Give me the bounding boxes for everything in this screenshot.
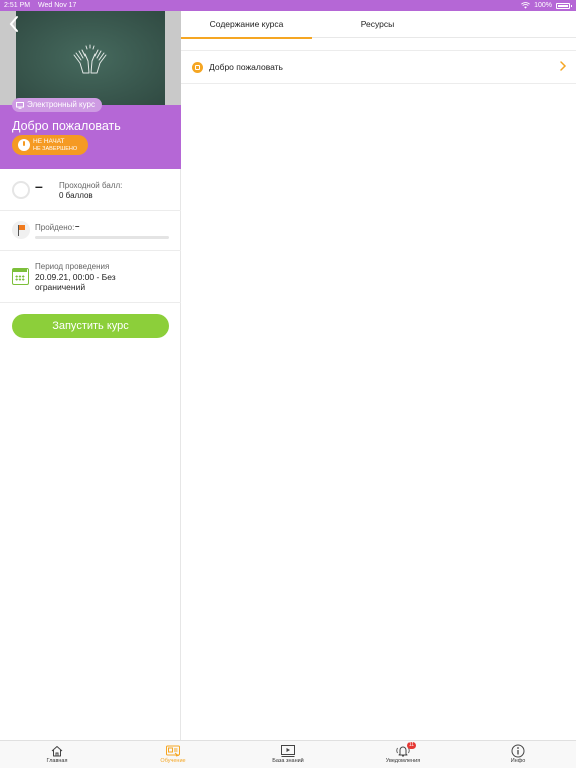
course-type-badge: Электронный курс xyxy=(12,98,102,112)
status-left: 2:51 PM Wed Nov 17 xyxy=(4,0,82,11)
nav-info[interactable]: Инфо xyxy=(488,741,548,768)
passed-value: – xyxy=(75,222,80,231)
course-title: Добро пожаловать xyxy=(12,119,121,133)
score-ring-icon xyxy=(12,181,30,199)
score-value: – xyxy=(35,178,43,194)
passing-score-value: 0 баллов xyxy=(59,191,93,200)
list-item[interactable]: Добро пожаловать xyxy=(181,51,576,84)
passed-label: Пройдено: xyxy=(35,223,75,232)
tab-course-content[interactable]: Содержание курса xyxy=(181,11,312,39)
battery-percent: 100% xyxy=(534,2,552,9)
list-item-label: Добро пожаловать xyxy=(209,62,283,72)
nav-knowledge-base[interactable]: База знаний xyxy=(258,741,318,768)
course-cover-image xyxy=(0,11,181,105)
status-bar: 2:51 PM Wed Nov 17 100% xyxy=(0,0,576,11)
nav-home-label: Главная xyxy=(46,758,68,764)
knowledge-base-icon xyxy=(281,745,295,757)
nav-learning-label: Обучение xyxy=(160,758,186,764)
nav-notifications[interactable]: 11 Уведомления xyxy=(373,741,433,768)
notifications-badge: 11 xyxy=(407,742,416,749)
chevron-right-icon xyxy=(560,61,567,71)
monitor-icon xyxy=(16,101,24,109)
flag-icon xyxy=(12,221,30,239)
tab-course-content-label: Содержание курса xyxy=(209,19,284,29)
status-date: Wed Nov 17 xyxy=(38,2,77,9)
wifi-icon xyxy=(521,2,531,9)
active-tab-indicator xyxy=(181,37,312,39)
nav-home[interactable]: Главная xyxy=(27,741,87,768)
status-not-started: НЕ НАЧАТ xyxy=(33,138,65,145)
course-content-list: Добро пожаловать xyxy=(181,50,576,84)
start-course-button[interactable]: Запустить курс xyxy=(12,314,169,338)
passing-score-label: Проходной балл: xyxy=(59,181,123,190)
bottom-tab-bar: Главная Обучение База знаний 11 Уведомле… xyxy=(0,740,576,768)
content-tabs: Содержание курса Ресурсы xyxy=(181,11,576,39)
learning-icon xyxy=(166,745,180,757)
raised-hands-icon xyxy=(73,44,107,74)
info-icon xyxy=(511,744,525,758)
course-status-badge: НЕ НАЧАТ НЕ ЗАВЕРШЕНО xyxy=(12,135,88,155)
nav-learning[interactable]: Обучение xyxy=(143,741,203,768)
period-value: 20.09.21, 00:00 - Без ограничений xyxy=(35,272,116,292)
status-right: 100% xyxy=(521,0,572,11)
tab-resources-label: Ресурсы xyxy=(360,19,395,29)
course-type-label: Электронный курс xyxy=(27,100,95,109)
lesson-icon xyxy=(192,62,203,73)
period-label: Период проведения xyxy=(35,262,110,271)
house-icon xyxy=(51,746,63,757)
course-details-panel: Электронный курс Добро пожаловать НЕ НАЧ… xyxy=(0,11,181,740)
progress-bar xyxy=(35,236,169,239)
nav-notifications-label: Уведомления xyxy=(385,758,421,764)
calendar-icon xyxy=(12,268,29,285)
chevron-left-icon xyxy=(9,16,18,32)
status-not-completed: НЕ ЗАВЕРШЕНО xyxy=(33,146,78,152)
course-header: Электронный курс Добро пожаловать НЕ НАЧ… xyxy=(0,98,181,169)
period-row: Период проведения 20.09.21, 00:00 - Без … xyxy=(0,251,181,303)
status-time: 2:51 PM xyxy=(4,2,31,9)
passing-score-row: – Проходной балл: 0 баллов xyxy=(0,169,181,211)
nav-info-label: Инфо xyxy=(510,758,526,764)
tab-resources[interactable]: Ресурсы xyxy=(312,11,443,38)
passed-row: Пройдено: – xyxy=(0,211,181,251)
back-button[interactable] xyxy=(8,15,26,35)
clock-icon xyxy=(18,139,30,151)
battery-icon xyxy=(556,2,572,9)
nav-knowledge-base-label: База знаний xyxy=(272,758,304,764)
